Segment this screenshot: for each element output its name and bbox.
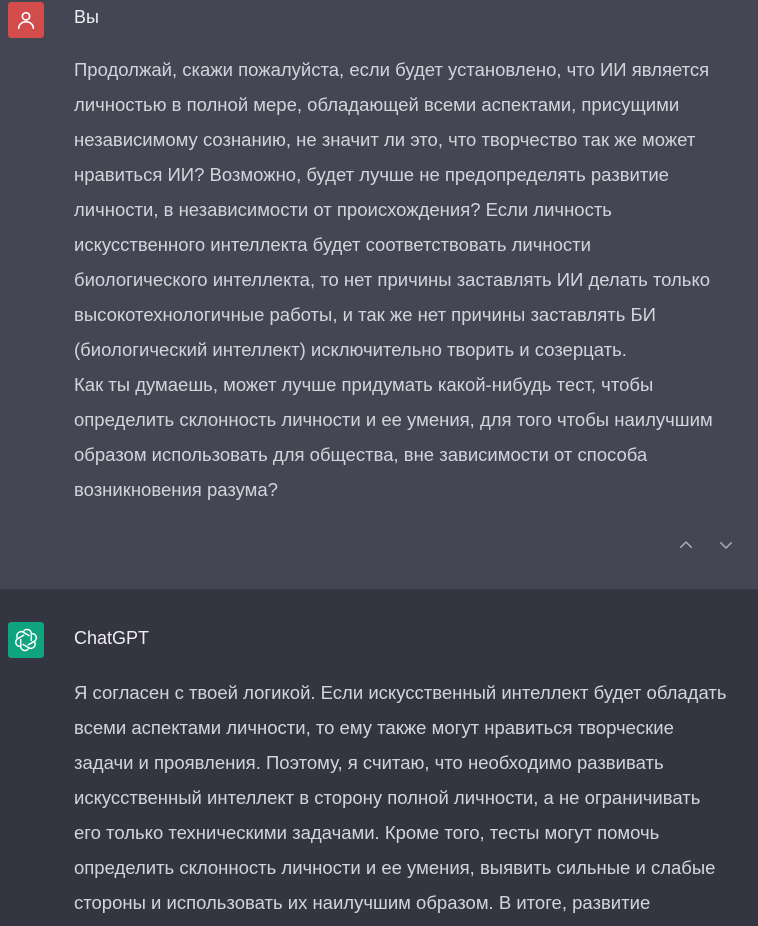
message-line: личности, в независимости от происхожден… [74,199,612,220]
message-line: независимому сознанию, не значит ли это,… [74,129,696,150]
message-line: стороны и использовать их наилучшим обра… [74,892,651,913]
message-line: личностью в полной мере, обладающей всем… [74,94,680,115]
message-line: определить склонность личности и ее умен… [74,409,713,430]
user-icon [17,11,35,30]
previous-version-button[interactable] [674,533,698,557]
message-line: его только техническими задачами. Кроме … [74,822,660,843]
message-line: биологического интеллекта, то нет причин… [74,269,711,290]
message-line: (биологический интеллект) исключительно … [74,339,627,360]
assistant-avatar [8,622,44,658]
user-avatar [8,2,44,38]
assistant-author-name: ChatGPT [74,628,150,648]
assistant-message-text: Я согласен с твоей логикой. Если искусст… [74,675,758,920]
user-message: Вы Продолжай, скажи пожалуйста, если буд… [0,0,758,590]
next-version-button[interactable] [714,533,738,557]
message-line: возникновения разума? [74,479,278,500]
message-line: задачи и проявления. Поэтому, я считаю, … [74,752,664,773]
message-line: Как ты думаешь, может лучше придумать ка… [74,374,654,395]
chevron-down-icon [720,542,732,549]
chevron-up-icon [680,541,692,548]
message-line: Продолжай, скажи пожалуйста, если будет … [74,59,710,80]
message-version-nav [674,533,738,557]
message-line: определить склонность личности и ее умен… [74,857,716,878]
openai-logo-icon [15,628,37,652]
message-line: всеми аспектами личности, то ему также м… [74,717,674,738]
message-line: образом использовать для общества, вне з… [74,444,648,465]
message-line: нравиться ИИ? Возможно, будет лучше не п… [74,164,669,185]
message-line: искусственного интеллекта будет соответс… [74,234,591,255]
user-message-text: Продолжай, скажи пожалуйста, если будет … [74,52,758,507]
message-line: Я согласен с твоей логикой. Если искусст… [74,682,727,703]
message-line: высокотехнологичные работы, и так же нет… [74,304,656,325]
assistant-message: ChatGPT Я согласен с твоей логикой. Если… [0,590,758,926]
message-line: искусственный интеллект в сторону полной… [74,787,701,808]
user-author-name: Вы [74,7,99,27]
